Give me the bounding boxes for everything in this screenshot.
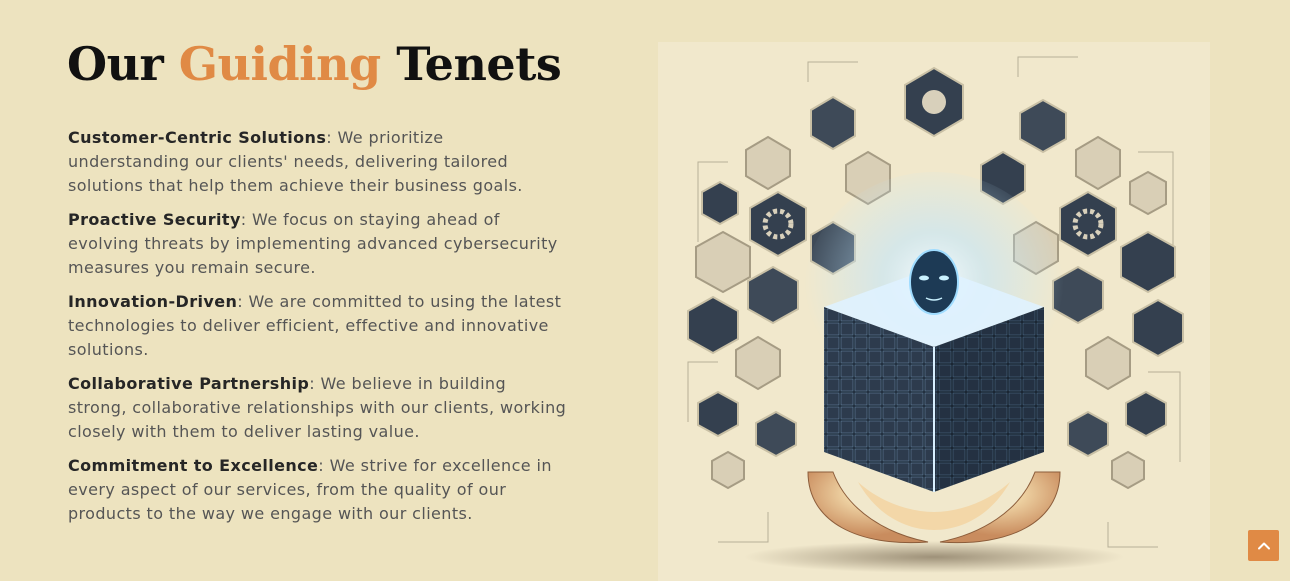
- ground-shadow: [744, 541, 1124, 573]
- scroll-to-top-button[interactable]: [1248, 530, 1279, 561]
- hexagon-icon: [1125, 390, 1167, 438]
- hexagon-icon: [687, 295, 739, 355]
- hexagon-icon: [1129, 170, 1167, 216]
- hexagon-icon: [922, 90, 946, 114]
- hexagon-icon: [695, 230, 751, 294]
- section-title: Our Guiding Tenets: [67, 36, 562, 92]
- tenet-title: Collaborative Partnership: [68, 374, 310, 393]
- ai-cube-hands-illustration: [687, 56, 1184, 573]
- hexagon-icon: [711, 450, 745, 490]
- ai-head-icon: [909, 249, 959, 315]
- gear-icon: [1059, 190, 1117, 258]
- hexagon-icon: [755, 410, 797, 458]
- title-accent: Guiding: [178, 37, 381, 91]
- hexagon-icon: [697, 390, 739, 438]
- hexagon-icon: [1111, 450, 1145, 490]
- title-prefix: Our: [67, 37, 179, 91]
- tenet-title: Customer-Centric Solutions: [68, 128, 327, 147]
- hexagon-icon: [1085, 335, 1131, 391]
- hexagon-icon: [701, 180, 739, 226]
- hexagon-icon: [1120, 230, 1176, 294]
- tenet-title: Commitment to Excellence: [68, 456, 319, 475]
- tenet-customer-centric: Customer-Centric Solutions: We prioritiz…: [68, 126, 568, 198]
- tenet-innovation-driven: Innovation-Driven: We are committed to u…: [68, 290, 568, 362]
- tenets-list: Customer-Centric Solutions: We prioritiz…: [68, 126, 568, 536]
- hexagon-icon: [1132, 298, 1184, 358]
- chevron-up-icon: [1257, 542, 1270, 549]
- hexagon-icon: [745, 135, 791, 191]
- gear-icon: [749, 190, 807, 258]
- hexagon-icon: [747, 265, 799, 325]
- hexagon-icon: [810, 95, 856, 151]
- hero-illustration: [658, 42, 1210, 581]
- tenet-title: Proactive Security: [68, 210, 241, 229]
- tenet-collaborative-partnership: Collaborative Partnership: We believe in…: [68, 372, 568, 444]
- hexagon-icon: [1019, 98, 1067, 154]
- title-suffix: Tenets: [380, 37, 562, 91]
- tenet-proactive-security: Proactive Security: We focus on staying …: [68, 208, 568, 280]
- tenet-commitment-to-excellence: Commitment to Excellence: We strive for …: [68, 454, 568, 526]
- hexagon-icon: [735, 335, 781, 391]
- hexagon-icon: [1067, 410, 1109, 458]
- hexagon-icon: [1075, 135, 1121, 191]
- tenet-title: Innovation-Driven: [68, 292, 238, 311]
